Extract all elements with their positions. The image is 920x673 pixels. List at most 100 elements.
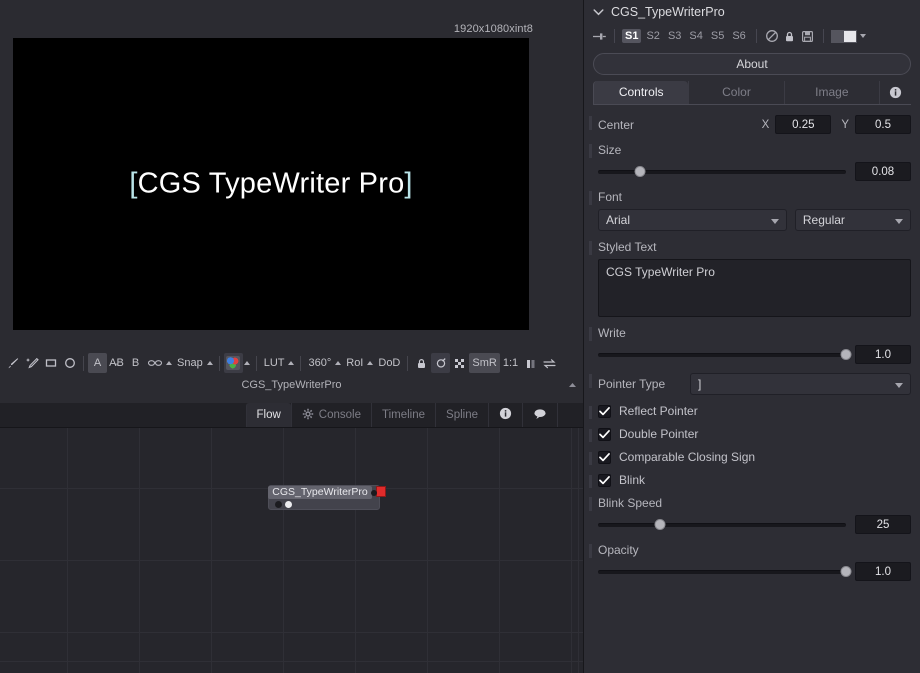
tab-color[interactable]: Color [688,81,783,104]
color-channels-swatch[interactable] [223,353,243,373]
degrees-dropdown-caret[interactable] [335,361,342,365]
buffer-a-button[interactable]: A [88,353,107,373]
dod-button[interactable]: DoD [375,353,403,373]
swap-icon[interactable] [540,353,559,373]
tab-image[interactable]: Image [783,81,879,104]
blink-speed-slider-track [598,522,846,527]
blink-speed-input[interactable]: 25 [855,515,911,534]
state-button-s2[interactable]: S2 [643,29,662,43]
state-button-s6[interactable]: S6 [729,29,748,43]
state-button-s1[interactable]: S1 [622,29,642,43]
opacity-slider-knob[interactable] [840,565,852,577]
blink-speed-row: 25 [598,515,911,534]
degrees-360-button[interactable]: 360° [305,353,334,373]
blink-speed-slider[interactable] [598,517,846,533]
size-slider[interactable] [598,164,846,180]
viewer-image[interactable]: [CGS TypeWriter Pro] [13,38,529,330]
ellipse-icon[interactable] [60,353,79,373]
stereo-dropdown-caret[interactable] [166,361,172,365]
state-button-s4[interactable]: S4 [686,29,705,43]
disable-icon[interactable] [764,28,780,44]
toolbar-divider-5 [407,355,409,371]
font-family-select[interactable]: Arial [598,209,787,231]
opacity-control: Opacity 1.0 [589,543,911,581]
pointer-type-value: ] [698,377,702,391]
rectangle-icon[interactable] [41,353,60,373]
smr-button[interactable]: SmR [469,353,500,373]
lock-icon[interactable] [412,353,431,373]
size-input[interactable]: 0.08 [855,162,911,181]
styled-text-input[interactable]: CGS TypeWriter Pro [598,259,911,317]
state-button-s5[interactable]: S5 [708,29,727,43]
node-view1-indicator[interactable] [275,501,282,508]
write-input[interactable]: 1.0 [855,345,911,364]
chevron-down-icon[interactable] [593,3,604,21]
opacity-input[interactable]: 1.0 [855,562,911,581]
write-control: Write 1.0 [589,326,911,364]
stereo-glasses-icon[interactable] [145,353,165,373]
tab-settings-info[interactable] [878,81,911,104]
inspector-state-row: S1 S2 S3 S4 S5 S6 [584,24,920,48]
snap-dropdown-caret[interactable] [206,361,213,365]
node-output-connector[interactable] [371,490,377,496]
center-y-input[interactable]: 0.5 [855,115,911,134]
checkbox-label: Double Pointer [619,427,699,441]
checkbox-icon[interactable] [598,450,611,464]
checkbox-icon[interactable] [598,427,611,441]
opacity-slider-track [598,569,846,574]
tab-flow[interactable]: Flow [245,403,291,427]
color-dropdown-caret[interactable] [243,361,250,365]
node-render-flag[interactable] [376,486,386,497]
tab-console[interactable]: Console [290,403,371,427]
snap-button[interactable]: Snap [174,353,206,373]
checkerboard-icon[interactable] [450,353,469,373]
node-view2-indicator[interactable] [285,501,292,508]
paint-brush-icon[interactable] [3,353,22,373]
about-button[interactable]: About [593,53,911,75]
checkbox-icon[interactable] [598,473,611,487]
gradient-dropdown-caret[interactable] [859,34,866,38]
state-button-s3[interactable]: S3 [665,29,684,43]
inspector-header: CGS_TypeWriterPro [584,0,920,24]
subview-icon[interactable] [431,353,451,373]
center-x-input[interactable]: 0.25 [775,115,832,134]
roi-button[interactable]: RoI [343,353,366,373]
one-to-one-button[interactable]: 1:1 [500,353,521,373]
checkbox-icon[interactable] [598,404,611,418]
tab-controls[interactable]: Controls [593,81,689,104]
color-gradient-swatch[interactable] [830,29,857,43]
lock-icon[interactable] [782,28,798,44]
viewer-pane[interactable]: 1920x1080xint8 [CGS TypeWriter Pro] A A̵… [0,0,583,391]
write-slider-knob[interactable] [840,348,852,360]
pointer-type-select[interactable]: ] [690,373,911,395]
viewer-expand-caret-icon[interactable] [565,378,579,392]
opacity-slider[interactable] [598,564,852,580]
center-row: Center X 0.25 Y 0.5 [598,115,911,134]
buffer-b-button[interactable]: B [126,353,145,373]
flow-canvas[interactable] [0,428,583,673]
lut-button[interactable]: LUT [261,353,288,373]
buffer-ab-button[interactable]: A̵B [107,353,126,373]
font-control: Font Arial Regular [589,190,911,231]
split-view-icon[interactable] [521,353,540,373]
lut-dropdown-caret[interactable] [288,361,295,365]
tab-timeline[interactable]: Timeline [371,403,435,427]
pin-icon[interactable] [591,28,607,44]
magic-wand-icon[interactable] [22,353,41,373]
styled-text-control: Styled Text CGS TypeWriter Pro [589,240,911,317]
checkbox-comparable-closing-sign[interactable]: Comparable Closing Sign [589,450,911,465]
checkbox-reflect-pointer[interactable]: Reflect Pointer [589,404,911,419]
save-icon[interactable] [800,28,816,44]
checkbox-blink[interactable]: Blink [589,473,911,488]
checkbox-double-pointer[interactable]: Double Pointer [589,427,911,442]
size-slider-knob[interactable] [634,165,646,177]
roi-dropdown-caret[interactable] [367,361,374,365]
tab-spline[interactable]: Spline [435,403,488,427]
styled-text-label: Styled Text [598,240,657,254]
write-slider[interactable] [598,347,852,363]
blink-speed-slider-knob[interactable] [654,518,666,530]
font-style-select[interactable]: Regular [794,209,911,231]
flow-node-cgs-typewriterpro[interactable]: CGS_TypeWriterPro [268,485,386,510]
tab-chat[interactable] [522,403,558,427]
tab-info[interactable] [488,403,522,427]
